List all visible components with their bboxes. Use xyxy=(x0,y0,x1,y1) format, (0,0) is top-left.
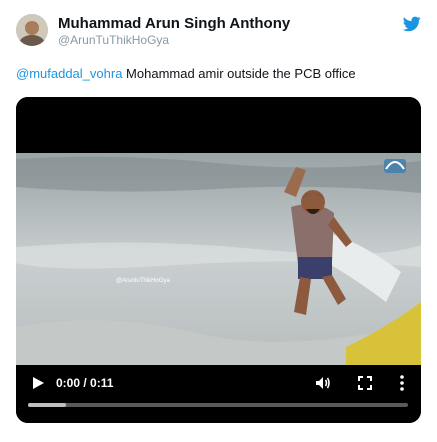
progress-fill xyxy=(28,403,66,407)
mention-link[interactable]: @mufaddal_vohra xyxy=(16,66,122,81)
author-names: Muhammad Arun Singh Anthony @ArunTuThikH… xyxy=(58,15,290,48)
volume-icon[interactable] xyxy=(314,374,332,392)
author-display-name[interactable]: Muhammad Arun Singh Anthony xyxy=(58,15,290,33)
time-display: 0:00 / 0:11 xyxy=(56,376,114,390)
play-icon[interactable] xyxy=(30,375,46,391)
tweet-text: @mufaddal_vohra Mohammad amir outside th… xyxy=(16,65,421,83)
more-options-icon[interactable] xyxy=(396,374,408,392)
channel-logo xyxy=(384,159,406,173)
twitter-bird-icon[interactable] xyxy=(402,16,421,32)
fullscreen-icon[interactable] xyxy=(356,374,374,392)
user-avatar-icon[interactable] xyxy=(16,14,48,46)
tweet-body-text: Mohammad amir outside the PCB office xyxy=(122,66,356,81)
tweet-header: Muhammad Arun Singh Anthony @ArunTuThikH… xyxy=(16,14,421,50)
author-handle[interactable]: @ArunTuThikHoGya xyxy=(58,33,290,48)
video-player[interactable]: @AruntuThikHoGya 0:00 / 0:11 xyxy=(16,97,421,423)
progress-bar[interactable] xyxy=(28,403,408,407)
video-watermark: @AruntuThikHoGya xyxy=(116,278,170,284)
tweet-card: Muhammad Arun Singh Anthony @ArunTuThikH… xyxy=(0,0,437,442)
video-controls: 0:00 / 0:11 xyxy=(16,365,421,423)
